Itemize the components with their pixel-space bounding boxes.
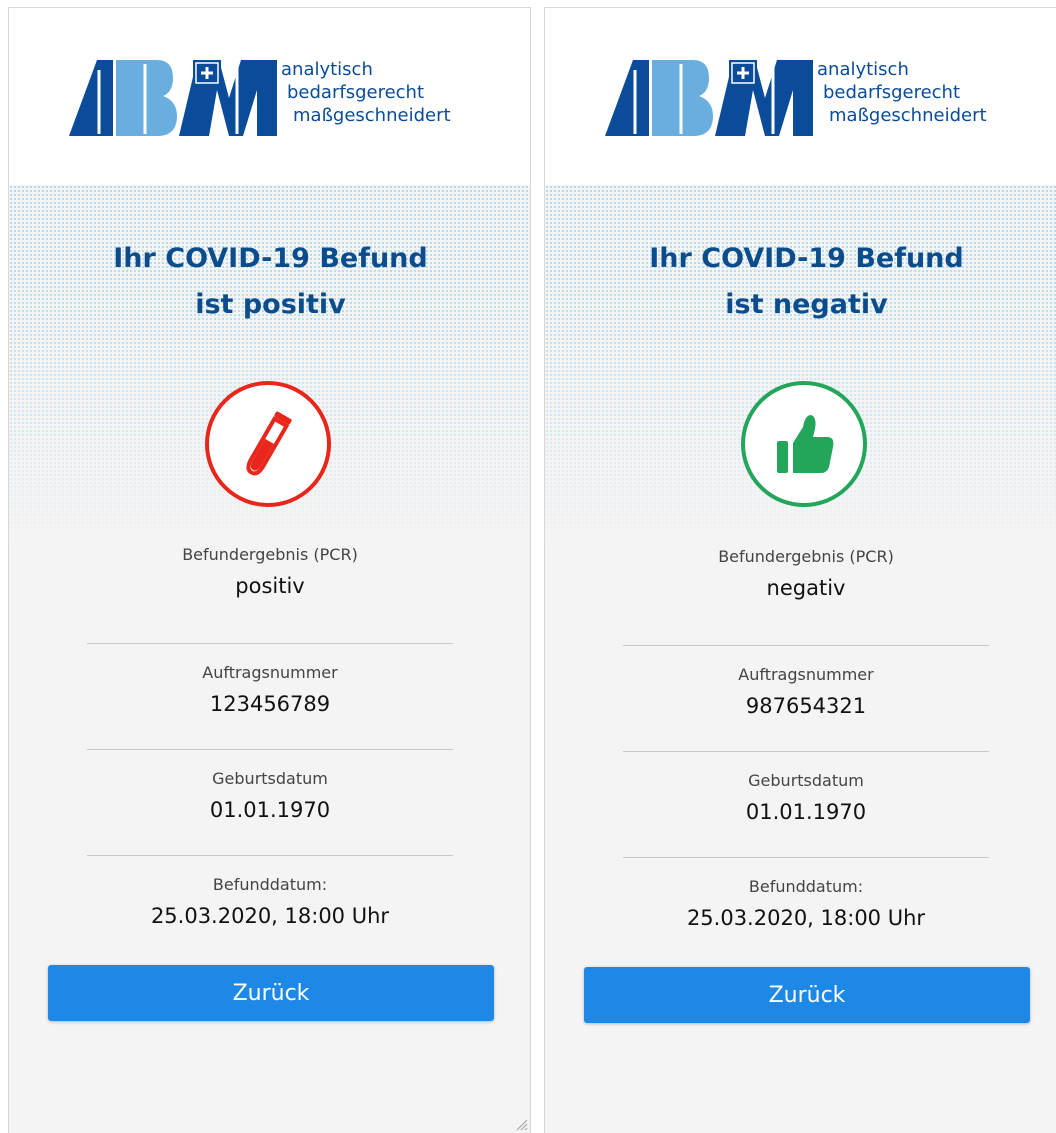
back-button[interactable]: Zurück (48, 965, 494, 1021)
result-title-line-1: Ihr COVID-19 Befund (649, 243, 964, 274)
field-label: Geburtsdatum (748, 771, 864, 790)
result-card-positive: analytisch bedarfsgerecht maßgeschneider… (8, 7, 531, 1133)
field-value: 123456789 (209, 692, 331, 716)
header: analytisch bedarfsgerecht maßgeschneider… (9, 8, 530, 185)
field-result: Befundergebnis (PCR) positiv (87, 538, 453, 644)
field-value: 01.01.1970 (745, 800, 867, 824)
resize-grip-icon[interactable] (514, 1117, 528, 1131)
status-indicator-negative (741, 381, 867, 507)
field-label: Befunddatum: (212, 875, 328, 894)
logo-tagline: analytisch bedarfsgerecht maßgeschneider… (281, 58, 451, 127)
result-details: Befundergebnis (PCR) negativ Auftragsnum… (623, 540, 989, 964)
logo-tagline-1: analytisch (817, 59, 909, 80)
abm-logo: analytisch bedarfsgerecht maßgeschneider… (69, 58, 489, 138)
header: analytisch bedarfsgerecht maßgeschneider… (545, 8, 1056, 185)
field-value: 01.01.1970 (209, 798, 331, 822)
field-order-number: Auftragsnummer 987654321 (623, 646, 989, 752)
logo-tagline-2: bedarfsgerecht (823, 82, 961, 103)
logo-tagline-3: maßgeschneidert (293, 105, 451, 126)
result-title-line-1: Ihr COVID-19 Befund (113, 243, 428, 274)
logo-tagline-1: analytisch (281, 59, 373, 80)
field-result-date: Befunddatum: 25.03.2020, 18:00 Uhr (87, 856, 453, 962)
logo-tagline: analytisch bedarfsgerecht maßgeschneider… (817, 58, 987, 127)
field-label: Geburtsdatum (212, 769, 328, 788)
field-value: 25.03.2020, 18:00 Uhr (150, 904, 390, 928)
result-card-negative: analytisch bedarfsgerecht maßgeschneider… (544, 7, 1056, 1133)
field-value: 987654321 (745, 694, 867, 718)
field-birth-date: Geburtsdatum 01.01.1970 (623, 752, 989, 858)
field-value: positiv (235, 574, 305, 598)
result-details: Befundergebnis (PCR) positiv Auftragsnum… (87, 538, 453, 962)
thumbs-up-icon (777, 415, 834, 473)
result-title: Ihr COVID-19 Befund ist negativ (545, 236, 1056, 328)
field-label: Auftragsnummer (202, 663, 338, 682)
field-label: Befundergebnis (PCR) (718, 547, 894, 566)
status-indicator-positive (205, 381, 331, 507)
result-title: Ihr COVID-19 Befund ist positiv (9, 236, 530, 328)
result-title-line-2: ist negativ (725, 289, 888, 320)
field-order-number: Auftragsnummer 123456789 (87, 644, 453, 750)
field-label: Auftragsnummer (738, 665, 874, 684)
back-button[interactable]: Zurück (584, 967, 1030, 1023)
field-birth-date: Geburtsdatum 01.01.1970 (87, 750, 453, 856)
test-tube-icon (246, 411, 292, 476)
logo-tagline-2: bedarfsgerecht (287, 82, 425, 103)
field-value: 25.03.2020, 18:00 Uhr (686, 906, 926, 930)
abm-logo-mark (605, 60, 813, 136)
logo-tagline-3: maßgeschneidert (829, 105, 987, 126)
field-result-date: Befunddatum: 25.03.2020, 18:00 Uhr (623, 858, 989, 964)
field-label: Befundergebnis (PCR) (182, 545, 358, 564)
abm-logo: analytisch bedarfsgerecht maßgeschneider… (605, 58, 1025, 138)
field-result: Befundergebnis (PCR) negativ (623, 540, 989, 646)
result-title-line-2: ist positiv (195, 289, 346, 320)
field-label: Befunddatum: (748, 877, 864, 896)
field-value: negativ (766, 576, 846, 600)
abm-logo-mark (69, 60, 277, 136)
